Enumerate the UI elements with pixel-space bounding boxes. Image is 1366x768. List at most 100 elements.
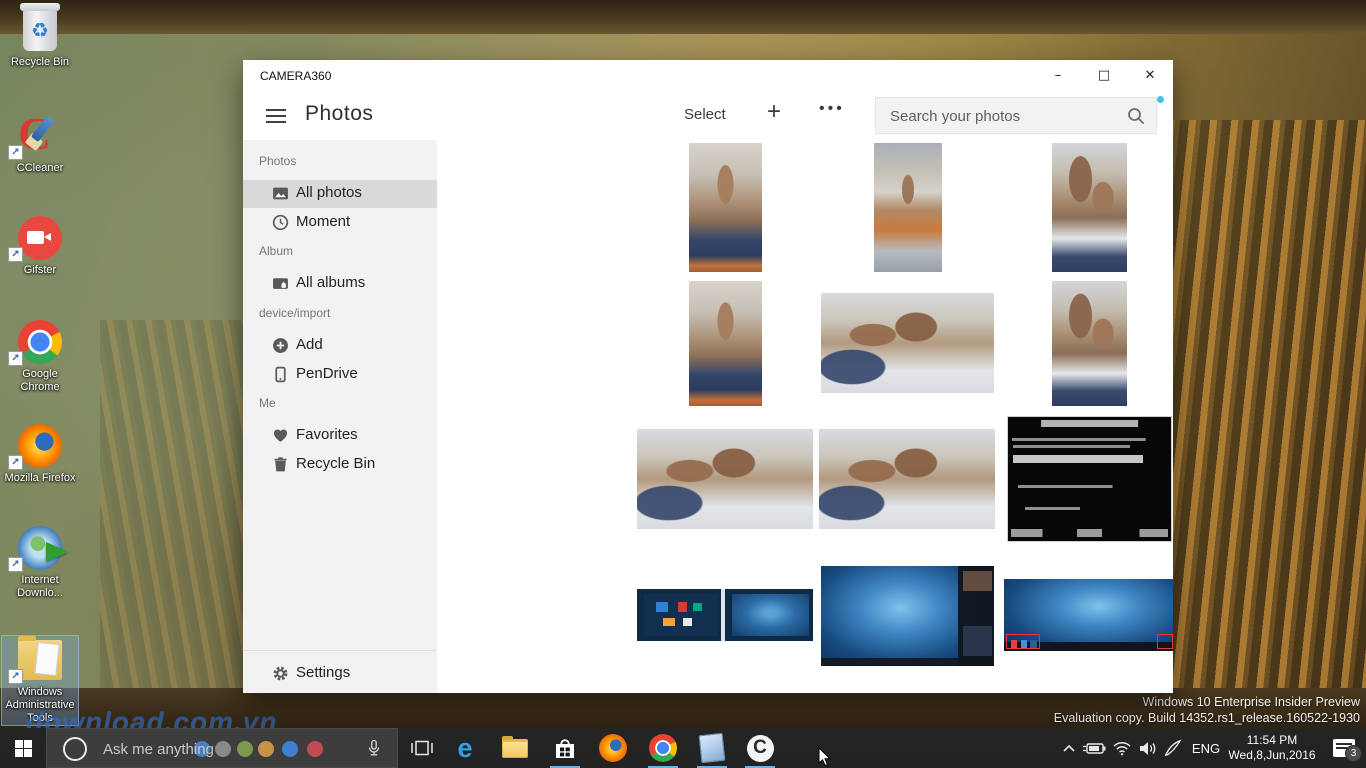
wifi-icon[interactable]: [1108, 728, 1136, 768]
photo-grid: [437, 140, 1173, 693]
chrome-icon: ↗: [2, 318, 78, 366]
photo-thumbnail[interactable]: [821, 293, 994, 393]
wallpaper-top-band: [0, 0, 1366, 34]
search-icon[interactable]: [1126, 106, 1146, 126]
sidebar-item-label: Add: [296, 336, 323, 353]
photo-thumbnail[interactable]: [821, 566, 994, 666]
dinosaur-skeleton-legs: [100, 320, 243, 720]
select-button[interactable]: Select: [684, 106, 726, 123]
dinosaur-skeleton-ribs: [1168, 120, 1366, 695]
photo-thumbnail[interactable]: [637, 429, 813, 529]
maximize-button[interactable]: □: [1081, 60, 1127, 90]
photo-thumbnail[interactable]: [1007, 416, 1172, 542]
add-button[interactable]: +: [767, 98, 781, 126]
cortana-search-box[interactable]: [46, 728, 398, 768]
taskbar-app-camera360[interactable]: C: [738, 728, 782, 768]
firefox-icon: [599, 734, 627, 762]
windows-build-watermark: Windows 10 Enterprise Insider Preview Ev…: [1054, 694, 1360, 726]
desktop-icon-recycle-bin[interactable]: ♻ Recycle Bin: [2, 6, 78, 69]
store-icon: [552, 735, 578, 761]
hamburger-menu-icon[interactable]: [266, 109, 286, 123]
sidebar-item-label: All albums: [296, 274, 365, 291]
sidebar-item-label: All photos: [296, 184, 362, 201]
sidebar-item-favorites[interactable]: Favorites: [243, 422, 437, 450]
add-circle-icon: [272, 337, 289, 354]
microphone-icon[interactable]: [365, 739, 383, 757]
language-indicator[interactable]: ENG: [1188, 728, 1224, 768]
edge-icon: e: [457, 735, 472, 762]
ccleaner-icon: C↗: [2, 112, 78, 160]
desktop-icon-label: Gifster: [2, 264, 78, 277]
more-options-button[interactable]: •••: [819, 100, 845, 118]
sidebar-item-recycle-bin[interactable]: Recycle Bin: [243, 451, 437, 479]
taskbar-app-chrome[interactable]: [641, 728, 685, 768]
desktop-icon-ccleaner[interactable]: C↗ CCleaner: [2, 112, 78, 175]
camera360-icon: C: [747, 735, 774, 762]
taskbar-search-input[interactable]: [101, 729, 305, 768]
photo-thumbnail[interactable]: [874, 143, 942, 272]
taskbar-app-notepad[interactable]: [690, 728, 734, 768]
file-explorer-icon: [502, 739, 528, 758]
photo-thumbnail[interactable]: [1052, 281, 1127, 406]
page-title: Photos: [305, 102, 373, 126]
photo-thumbnail[interactable]: [819, 429, 995, 529]
trash-icon: [272, 456, 289, 473]
sidebar-item-settings[interactable]: Settings: [243, 660, 437, 688]
desktop-icon-internet-download-manager[interactable]: ↗ Internet Downlo...: [2, 524, 78, 600]
tray-expand-chevron[interactable]: [1056, 728, 1082, 768]
build-line-1: Windows 10 Enterprise Insider Preview: [1054, 694, 1360, 710]
task-view-button[interactable]: [402, 728, 442, 768]
taskbar-app-edge[interactable]: e: [443, 728, 487, 768]
window-titlebar[interactable]: CAMERA360 – □ ✕: [243, 60, 1173, 92]
sidebar-section-heading: Photos: [259, 154, 296, 168]
sidebar-item-label: Moment: [296, 213, 350, 230]
notification-badge: 3: [1345, 745, 1362, 762]
app-header: Photos Select + •••: [243, 92, 1173, 140]
photo-search-box[interactable]: [875, 97, 1157, 134]
taskbar-app-file-explorer[interactable]: [493, 728, 537, 768]
action-center-icon: 3: [1333, 739, 1355, 757]
photos-app-window: CAMERA360 – □ ✕ Photos Select + ••• Phot…: [243, 60, 1173, 693]
photo-thumbnail[interactable]: [1052, 143, 1127, 272]
sidebar-item-pendrive[interactable]: PenDrive: [243, 361, 437, 389]
action-center-button[interactable]: 3: [1326, 728, 1362, 768]
desktop-icon-label: Recycle Bin: [2, 56, 78, 69]
taskbar-app-store[interactable]: [543, 728, 587, 768]
minimize-button[interactable]: –: [1035, 60, 1081, 90]
sidebar: Photos All photos Moment Album All album…: [243, 140, 437, 693]
search-input[interactable]: [888, 98, 1112, 135]
window-title: CAMERA360: [260, 69, 331, 83]
recycle-bin-icon: ♻: [2, 6, 78, 54]
photo-thumbnail[interactable]: [689, 281, 762, 406]
sidebar-item-all-photos[interactable]: All photos: [243, 180, 437, 208]
mouse-cursor: [818, 748, 832, 768]
sidebar-section-heading: Me: [259, 396, 276, 410]
desktop-icon-gifster[interactable]: ↗ Gifster: [2, 214, 78, 277]
language-label: ENG: [1192, 741, 1220, 756]
photo-thumbnail[interactable]: [689, 143, 762, 272]
sidebar-item-add[interactable]: Add: [243, 332, 437, 360]
start-button[interactable]: [0, 728, 46, 768]
battery-icon[interactable]: [1080, 728, 1108, 768]
sidebar-item-all-albums[interactable]: All albums: [243, 270, 437, 298]
sidebar-section-heading: Album: [259, 244, 293, 258]
photo-thumbnail[interactable]: [637, 589, 813, 641]
desktop-icon-google-chrome[interactable]: ↗ Google Chrome: [2, 318, 78, 394]
build-line-2: Evaluation copy. Build 14352.rs1_release…: [1054, 710, 1360, 726]
photo-thumbnail[interactable]: [1004, 579, 1173, 651]
close-button[interactable]: ✕: [1127, 60, 1173, 90]
pen-icon[interactable]: [1158, 728, 1188, 768]
desktop-icon-label: CCleaner: [2, 162, 78, 175]
desktop-icon-mozilla-firefox[interactable]: ↗ Mozilla Firefox: [2, 422, 78, 485]
time-label: 11:54 PM: [1224, 733, 1320, 748]
taskbar-app-firefox[interactable]: [591, 728, 635, 768]
date-label: Wed,8,Jun,2016: [1224, 748, 1320, 763]
sidebar-item-moment[interactable]: Moment: [243, 209, 437, 237]
clock-icon: [272, 214, 289, 231]
taskbar-clock[interactable]: 11:54 PM Wed,8,Jun,2016: [1224, 733, 1320, 763]
sidebar-item-label: Recycle Bin: [296, 455, 375, 472]
decorative-dot: [307, 741, 323, 757]
heart-icon: [272, 427, 289, 444]
sidebar-section-heading: device/import: [259, 306, 330, 320]
sidebar-item-label: PenDrive: [296, 365, 358, 382]
